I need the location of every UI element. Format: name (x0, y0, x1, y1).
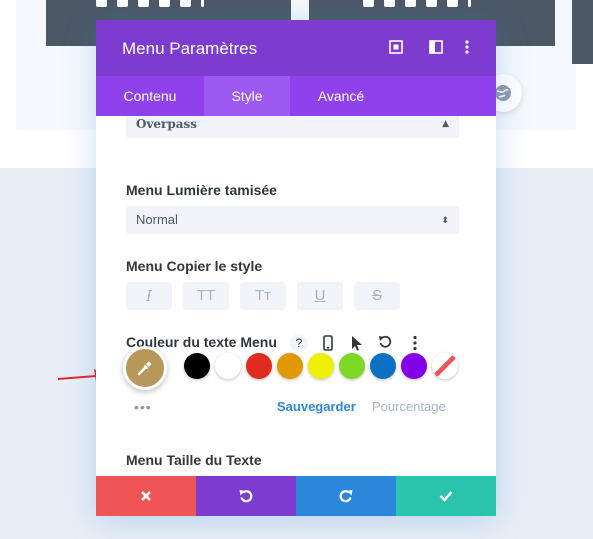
settings-modal: Menu Paramètres Contenu Style Avancé Ove… (96, 20, 496, 516)
gear-icon[interactable] (117, 0, 128, 7)
save-color-link[interactable]: Sauvegarder (277, 399, 356, 414)
card-toolbar[interactable] (363, 0, 471, 7)
check-icon (439, 491, 453, 502)
duplicate-icon[interactable] (405, 0, 416, 7)
trash-icon[interactable] (180, 0, 191, 7)
card-toolbar[interactable] (96, 0, 204, 7)
color-swatch[interactable] (246, 353, 272, 379)
expand-icon[interactable] (389, 40, 403, 54)
clear-color-swatch[interactable] (432, 353, 458, 379)
undo-icon (239, 490, 253, 503)
color-swatch[interactable] (401, 353, 427, 379)
color-swatch[interactable] (184, 353, 210, 379)
underline-button[interactable]: U (297, 282, 343, 310)
globe-icon (495, 85, 511, 101)
modal-title: Menu Paramètres (122, 39, 258, 58)
eyedropper-icon (137, 361, 152, 376)
power-icon[interactable] (426, 0, 437, 7)
kebab-icon[interactable] (201, 0, 204, 7)
font-select-value: Overpass (136, 117, 198, 131)
tab-style[interactable]: Style (204, 76, 290, 116)
color-swatch[interactable] (277, 353, 303, 379)
trash-icon[interactable] (447, 0, 458, 7)
columns-icon[interactable] (429, 40, 443, 54)
gear-icon[interactable] (384, 0, 395, 7)
module-card[interactable] (572, 0, 593, 64)
text-size-label: Menu Taille du Texte (126, 452, 262, 468)
kebab-icon[interactable] (412, 335, 418, 351)
percentage-link[interactable]: Pourcentage (372, 399, 446, 414)
confirm-button[interactable] (396, 476, 496, 516)
select-caret-icon: ⬍ (441, 215, 449, 225)
cancel-button[interactable] (96, 476, 196, 516)
copy-style-label: Menu Copier le style (126, 258, 263, 274)
undo-button[interactable] (196, 476, 296, 516)
cursor-icon[interactable] (351, 335, 363, 351)
close-icon (141, 491, 151, 501)
help-icon[interactable]: ? (290, 334, 308, 352)
mobile-icon[interactable] (323, 335, 333, 351)
duplicate-icon[interactable] (138, 0, 149, 7)
power-icon[interactable] (159, 0, 170, 7)
color-swatch[interactable] (339, 353, 365, 379)
capitalize-button[interactable]: Tт (240, 282, 286, 310)
modal-header: Menu Paramètres (96, 20, 496, 76)
color-swatch[interactable] (370, 353, 396, 379)
settings-body: Overpass ▲ Menu Lumière tamisée Normal ⬍… (96, 116, 496, 476)
tab-bar: Contenu Style Avancé (96, 76, 496, 116)
color-swatch[interactable] (308, 353, 334, 379)
select-caret-icon: ▲ (442, 119, 449, 129)
italic-button[interactable]: I (126, 282, 172, 310)
tab-contenu[interactable]: Contenu (96, 76, 204, 116)
font-select[interactable]: Overpass ▲ (126, 116, 459, 138)
color-swatch[interactable] (215, 353, 241, 379)
more-colors-button[interactable]: ••• (134, 399, 152, 415)
dim-light-label: Menu Lumière tamisée (126, 182, 277, 198)
modal-footer (96, 476, 496, 516)
dim-light-value: Normal (136, 212, 178, 227)
move-icon[interactable] (96, 0, 107, 7)
move-icon[interactable] (363, 0, 374, 7)
reset-icon[interactable] (378, 335, 392, 349)
redo-icon (339, 490, 353, 503)
kebab-icon[interactable] (464, 40, 470, 54)
tab-avance[interactable]: Avancé (290, 76, 392, 116)
dim-light-select[interactable]: Normal ⬍ (126, 206, 459, 234)
redo-button[interactable] (296, 476, 396, 516)
current-color-picker[interactable] (123, 346, 167, 390)
kebab-icon[interactable] (468, 0, 471, 7)
strikethrough-button[interactable]: S (354, 282, 400, 310)
uppercase-button[interactable]: TT (183, 282, 229, 310)
